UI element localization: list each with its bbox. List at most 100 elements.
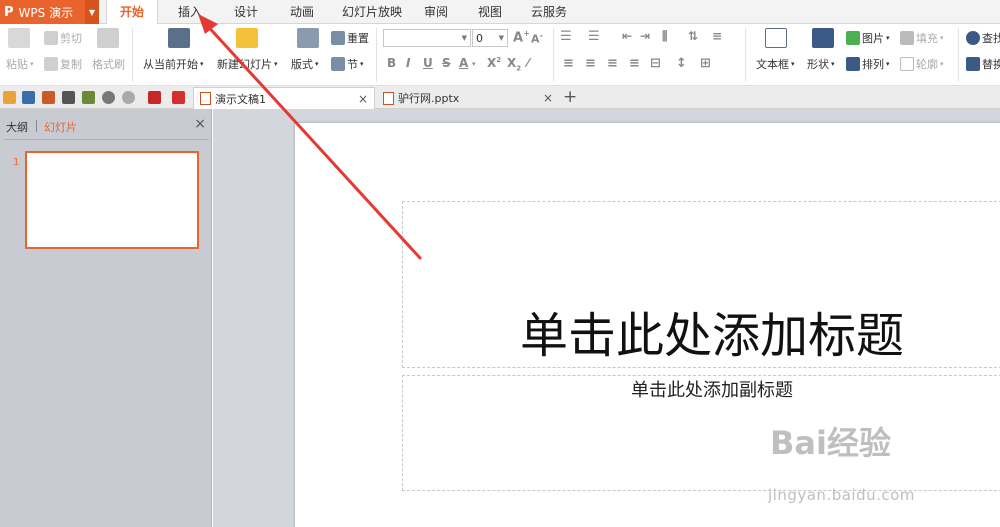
tab-review[interactable]: 审阅 [414, 0, 458, 24]
textbox-icon-button[interactable] [765, 28, 787, 48]
replace-button[interactable]: 替换 [966, 56, 1000, 72]
ribbon-separator [132, 28, 133, 82]
align-right-icon[interactable]: ≡ [607, 56, 618, 71]
textbox-label: 文本框 [756, 58, 789, 71]
shape-label: 形状 [807, 58, 829, 71]
fill-button[interactable]: 填充 ▾ [900, 30, 944, 46]
format-painter-button[interactable]: 格式刷 [92, 56, 125, 72]
doc-tab-presentation1[interactable]: 演示文稿1 × [193, 87, 375, 109]
open-folder-icon[interactable] [3, 91, 16, 104]
tab-design[interactable]: 设计 [224, 0, 268, 24]
clear-format-button[interactable]: ⁄ [527, 56, 529, 70]
vertical-align-icon[interactable]: ⊞ [700, 56, 711, 71]
copy-button[interactable]: 复制 [44, 56, 82, 72]
title-placeholder-text: 单击此处添加标题 [519, 308, 904, 364]
layout-icon [297, 28, 319, 48]
undo-icon[interactable] [102, 91, 115, 104]
ribbon-separator [745, 28, 746, 82]
from-current-icon-button[interactable] [168, 28, 190, 48]
outline-button[interactable]: 轮廓 ▾ [900, 56, 944, 72]
paste-label-button[interactable]: 粘贴 ▾ [6, 56, 34, 72]
arrange-label: 排列 [862, 58, 884, 71]
subtitle-placeholder[interactable]: 单击此处添加副标题 [402, 375, 1000, 491]
font-name-combo[interactable]: ▼ [383, 29, 471, 47]
layout-icon-button[interactable] [297, 28, 319, 48]
print-preview-icon[interactable] [82, 91, 95, 104]
baidu-watermark: Bai经验 [770, 424, 891, 462]
close-tab-icon[interactable]: × [543, 91, 553, 105]
columns-icon[interactable]: ⫼ [662, 29, 668, 44]
picture-label: 图片 [862, 32, 884, 45]
projector-icon [168, 28, 190, 48]
font-grow-button[interactable]: A+ [513, 29, 530, 45]
close-tab-icon[interactable]: × [358, 92, 368, 106]
paragraph-spacing-icon[interactable]: ↕ [676, 56, 687, 71]
document-tab-bar: 演示文稿1 × 驴行网.pptx × + [0, 86, 1000, 109]
print-icon[interactable] [62, 91, 75, 104]
tab-view[interactable]: 视图 [468, 0, 512, 24]
save-icon[interactable] [22, 91, 35, 104]
find-label: 查找 [982, 32, 1000, 45]
redo-icon[interactable] [122, 91, 135, 104]
paste-button[interactable] [8, 28, 30, 48]
shape-icon-button[interactable] [812, 28, 834, 48]
find-button[interactable]: 查找 [966, 30, 1000, 46]
align-center-icon[interactable]: ≡ [585, 56, 596, 71]
shape-icon [812, 28, 834, 48]
tab-slideshow[interactable]: 幻灯片放映 [336, 0, 408, 24]
arrange-button[interactable]: 排列 ▾ [846, 56, 890, 72]
tab-outline[interactable]: 大纲 [6, 119, 28, 135]
textbox-button[interactable]: 文本框 ▾ [756, 56, 795, 72]
tab-animation[interactable]: 动画 [280, 0, 324, 24]
increase-indent-icon[interactable]: ⇥ [640, 29, 650, 43]
doc-tab-lvxing[interactable]: 驴行网.pptx × [377, 87, 559, 109]
number-list-icon[interactable]: ☰ [588, 29, 600, 44]
app-menu-dropdown-icon[interactable]: ▼ [85, 0, 99, 24]
baidu-watermark-url: jingyan.baidu.com [768, 486, 915, 504]
ribbon-separator [958, 28, 959, 82]
align-left-icon[interactable]: ≡ [563, 56, 574, 71]
customize-toolbar-icon[interactable] [148, 91, 161, 104]
font-color-button[interactable]: A [459, 56, 468, 70]
wps-cloud-icon[interactable] [172, 91, 185, 104]
underline-button[interactable]: U [423, 56, 433, 70]
close-panel-icon[interactable]: × [194, 116, 206, 132]
tab-insert[interactable]: 插入 [168, 0, 212, 24]
font-shrink-button[interactable]: A- [531, 31, 543, 46]
tab-cloud[interactable]: 云服务 [524, 0, 574, 24]
italic-button[interactable]: I [406, 56, 410, 70]
new-tab-plus-icon[interactable]: + [563, 87, 577, 107]
export-pdf-icon[interactable] [42, 91, 55, 104]
layout-button[interactable]: 版式 ▾ [291, 56, 319, 72]
new-slide-icon-button[interactable] [236, 28, 258, 48]
decrease-indent-icon[interactable]: ⇤ [622, 29, 632, 43]
new-slide-button[interactable]: 新建幻灯片 ▾ [217, 56, 278, 72]
replace-icon [966, 57, 980, 71]
distribute-icon[interactable]: ⊟ [650, 56, 661, 71]
bold-button[interactable]: B [387, 56, 396, 70]
arrange-icon [846, 57, 860, 71]
shape-button[interactable]: 形状 ▾ [807, 56, 835, 72]
tab-slides[interactable]: 幻灯片 [44, 119, 77, 135]
section-button[interactable]: 节 ▾ [331, 56, 364, 72]
from-current-button[interactable]: 从当前开始 ▾ [143, 56, 204, 72]
picture-button[interactable]: 图片 ▾ [846, 30, 890, 46]
format-painter-icon-button[interactable] [97, 28, 119, 48]
superscript-button[interactable]: X2 [487, 56, 501, 70]
tab-home[interactable]: 开始 [106, 0, 158, 25]
subscript-button[interactable]: X2 [507, 56, 521, 72]
cut-button[interactable]: 剪切 [44, 30, 82, 46]
line-spacing-icon[interactable]: ≡ [712, 29, 722, 43]
title-placeholder[interactable]: 单击此处添加标题 [402, 201, 1000, 368]
reset-button[interactable]: 重置 [331, 30, 369, 46]
justify-icon[interactable]: ≡ [629, 56, 640, 71]
font-size-combo[interactable]: 0 ▼ [472, 29, 508, 47]
bullet-list-icon[interactable]: ☰ [560, 29, 572, 44]
picture-icon [846, 31, 860, 45]
font-color-dropdown-icon[interactable]: ▾ [472, 60, 476, 68]
text-direction-icon[interactable]: ⇅ [688, 29, 698, 43]
strikethrough-button[interactable]: S [442, 56, 451, 70]
wps-app-button[interactable]: P WPS 演示 [0, 0, 85, 24]
slide-thumbnail[interactable] [25, 151, 199, 249]
slide-editor[interactable]: 单击此处添加标题 单击此处添加副标题 [295, 123, 1000, 527]
